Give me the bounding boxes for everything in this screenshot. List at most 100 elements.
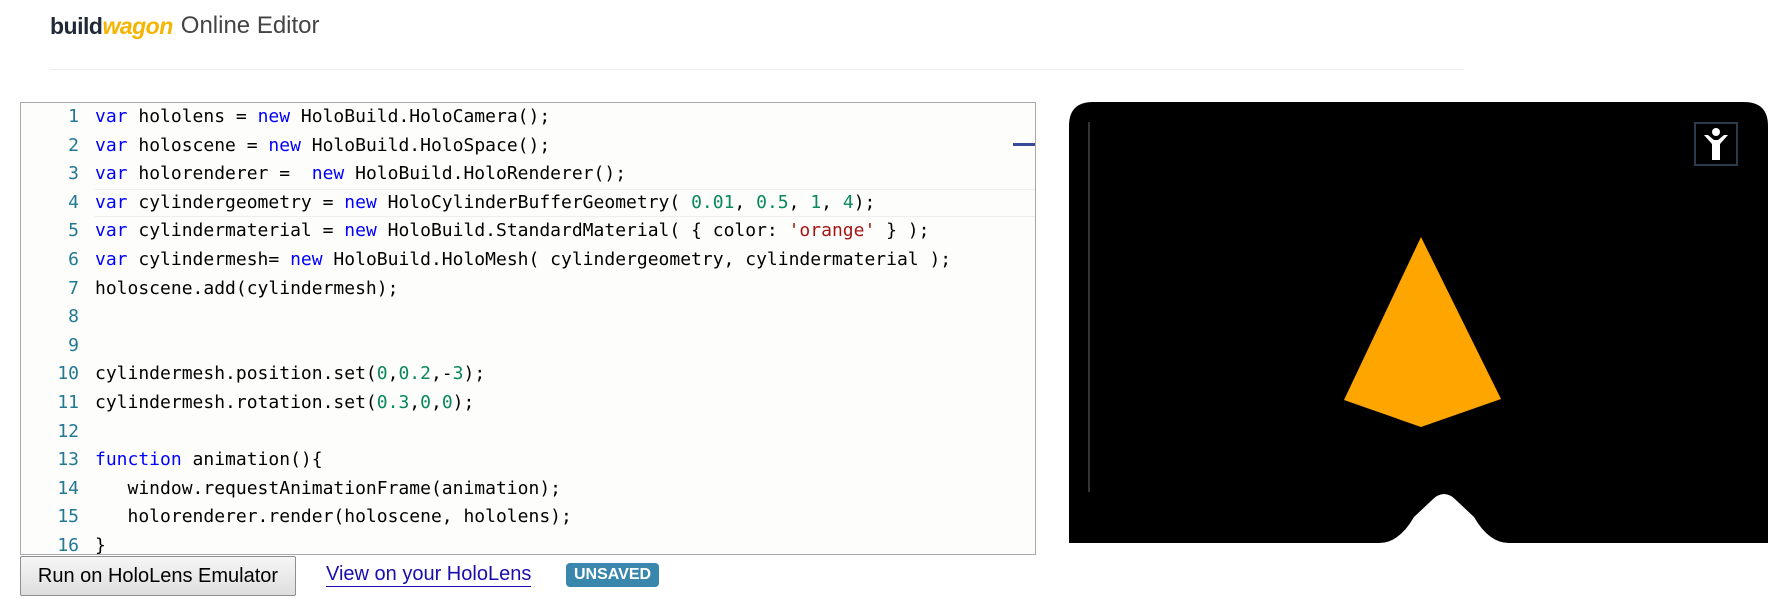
run-on-emulator-button[interactable]: Run on HoloLens Emulator	[20, 556, 296, 596]
code-line[interactable]: 3 var holorenderer = new HoloBuild.HoloRe…	[21, 160, 1035, 189]
code-token: ,	[409, 391, 421, 413]
buildwagon-logo[interactable]: buildwagon	[50, 13, 173, 40]
code-text: var cylindermaterial = new HoloBuild.Sta…	[95, 217, 929, 246]
code-token: holorenderer =	[127, 163, 312, 185]
code-token: holoscene =	[127, 134, 269, 156]
viewport-canvas	[1069, 102, 1768, 543]
code-text: function animation(){	[95, 446, 323, 475]
code-token: ,	[430, 391, 442, 413]
page-title: Online Editor	[180, 12, 320, 39]
code-line[interactable]: 13 function animation(){	[21, 446, 1035, 475]
string-token: 'orange'	[788, 220, 876, 242]
keyword-token: new	[268, 134, 301, 156]
code-line[interactable]: 14 window.requestAnimationFrame(animatio…	[21, 475, 1035, 504]
line-number: 8	[68, 306, 79, 328]
code-text: holoscene.add(cylindermesh);	[95, 275, 398, 304]
code-line[interactable]: 10 cylindermesh.position.set(0,0.2,-3);	[21, 360, 1035, 389]
line-number: 7	[68, 277, 79, 299]
keyword-token: new	[344, 191, 377, 213]
code-token: );	[853, 191, 876, 213]
code-token: ,	[734, 191, 757, 213]
code-text: var holorenderer = new HoloBuild.HoloRen…	[95, 160, 626, 189]
keyword-token: var	[95, 248, 128, 270]
code-token: cylindermesh=	[127, 248, 291, 270]
keyword-token: var	[95, 163, 128, 185]
code-token: ,	[821, 191, 843, 213]
code-text: var hololens = new HoloBuild.HoloCamera(…	[95, 103, 550, 132]
code-line[interactable]: 2 var holoscene = new HoloBuild.HoloSpace…	[21, 132, 1035, 161]
number-token: 0.2	[398, 363, 431, 385]
code-text: window.requestAnimationFrame(animation);	[95, 475, 562, 504]
code-text: var cylindermesh= new HoloBuild.HoloMesh…	[95, 246, 951, 275]
code-token: HoloBuild.StandardMaterial( { color:	[376, 220, 789, 242]
number-token: 0.01	[691, 191, 735, 213]
line-number: 13	[57, 449, 79, 471]
code-token: cylindermesh.position.set(	[95, 363, 377, 385]
code-line[interactable]: 12	[21, 418, 1035, 447]
code-token: HoloBuild.HoloCamera();	[290, 106, 551, 127]
code-token: animation(){	[181, 449, 323, 471]
code-token: cylindermesh.rotation.set(	[95, 391, 377, 413]
emulator-viewport[interactable]	[1069, 102, 1768, 543]
code-token: ,	[387, 363, 399, 385]
number-token: 0	[441, 391, 453, 413]
code-token: ,-	[430, 363, 453, 385]
line-number: 9	[68, 334, 79, 356]
status-badge: UNSAVED	[566, 563, 660, 587]
keyword-token: new	[311, 163, 345, 185]
code-editor[interactable]: 1 var hololens = new HoloBuild.HoloCamera…	[20, 102, 1036, 555]
line-number: 2	[68, 134, 79, 156]
code-token: HoloBuild.HoloMesh( cylindergeometry, cy…	[322, 248, 952, 270]
header-divider	[50, 69, 1464, 70]
line-number: 10	[57, 363, 79, 385]
line-number: 4	[68, 191, 79, 213]
number-token: 0.3	[376, 391, 410, 413]
code-line[interactable]: 5 var cylindermaterial = new HoloBuild.St…	[21, 217, 1035, 246]
view-on-hololens-link[interactable]: View on your HoloLens	[326, 562, 532, 587]
line-number: 15	[57, 506, 79, 528]
line-number: 11	[57, 391, 79, 413]
code-text: cylindermesh.rotation.set(0.3,0,0);	[95, 389, 474, 418]
code-token: cylindermaterial =	[127, 220, 345, 242]
code-token: HoloBuild.HoloSpace();	[300, 134, 551, 156]
code-line[interactable]: 8	[21, 303, 1035, 332]
keyword-token: new	[290, 248, 323, 270]
number-token: 0	[420, 391, 431, 413]
line-number: 6	[68, 248, 79, 270]
line-number: 3	[68, 163, 79, 185]
keyword-token: new	[344, 220, 377, 242]
keyword-token: var	[95, 134, 128, 156]
code-token: holoscene.add(cylindermesh);	[95, 277, 399, 299]
header: buildwagon Online Editor	[50, 6, 320, 46]
keyword-token: function	[95, 449, 182, 471]
number-token: 0	[376, 363, 388, 385]
code-line[interactable]: 6 var cylindermesh= new HoloBuild.HoloMes…	[21, 246, 1035, 275]
code-line[interactable]: 16}	[21, 532, 1035, 554]
logo-build-text: build	[50, 12, 103, 39]
logo-wagon-text: wagon	[102, 12, 173, 39]
code-text: var holoscene = new HoloBuild.HoloSpace(…	[95, 132, 550, 161]
code-text: cylindermesh.position.set(0,0.2,-3);	[95, 360, 485, 389]
person-icon	[1704, 128, 1728, 160]
line-number: 1	[68, 106, 79, 127]
code-token: );	[463, 363, 486, 385]
code-text: var cylindergeometry = new HoloCylinderB…	[95, 189, 875, 218]
vr-mode-button[interactable]	[1694, 122, 1738, 166]
code-token: hololens =	[127, 106, 258, 127]
code-line[interactable]: 7 holoscene.add(cylindermesh);	[21, 275, 1035, 304]
code-line[interactable]: 4 var cylindergeometry = new HoloCylinder…	[21, 188, 1035, 218]
code-token: ,	[788, 191, 811, 213]
code-line[interactable]: 15 holorenderer.render(holoscene, holole…	[21, 503, 1035, 532]
code-text: }	[95, 532, 106, 554]
code-token: );	[452, 391, 475, 413]
code-text: holorenderer.render(holoscene, hololens)…	[95, 503, 572, 532]
code-line[interactable]: 11 cylindermesh.rotation.set(0.3,0,0);	[21, 389, 1035, 418]
code-lines[interactable]: 1 var hololens = new HoloBuild.HoloCamera…	[21, 103, 1035, 554]
keyword-token: new	[257, 106, 291, 127]
overview-ruler-marker	[1013, 143, 1035, 146]
code-token: HoloBuild.HoloRenderer();	[344, 163, 627, 185]
code-token: HoloCylinderBufferGeometry(	[376, 191, 692, 213]
code-line[interactable]: 1 var hololens = new HoloBuild.HoloCamera…	[21, 103, 1035, 132]
line-number: 5	[68, 220, 79, 242]
code-line[interactable]: 9	[21, 332, 1035, 361]
